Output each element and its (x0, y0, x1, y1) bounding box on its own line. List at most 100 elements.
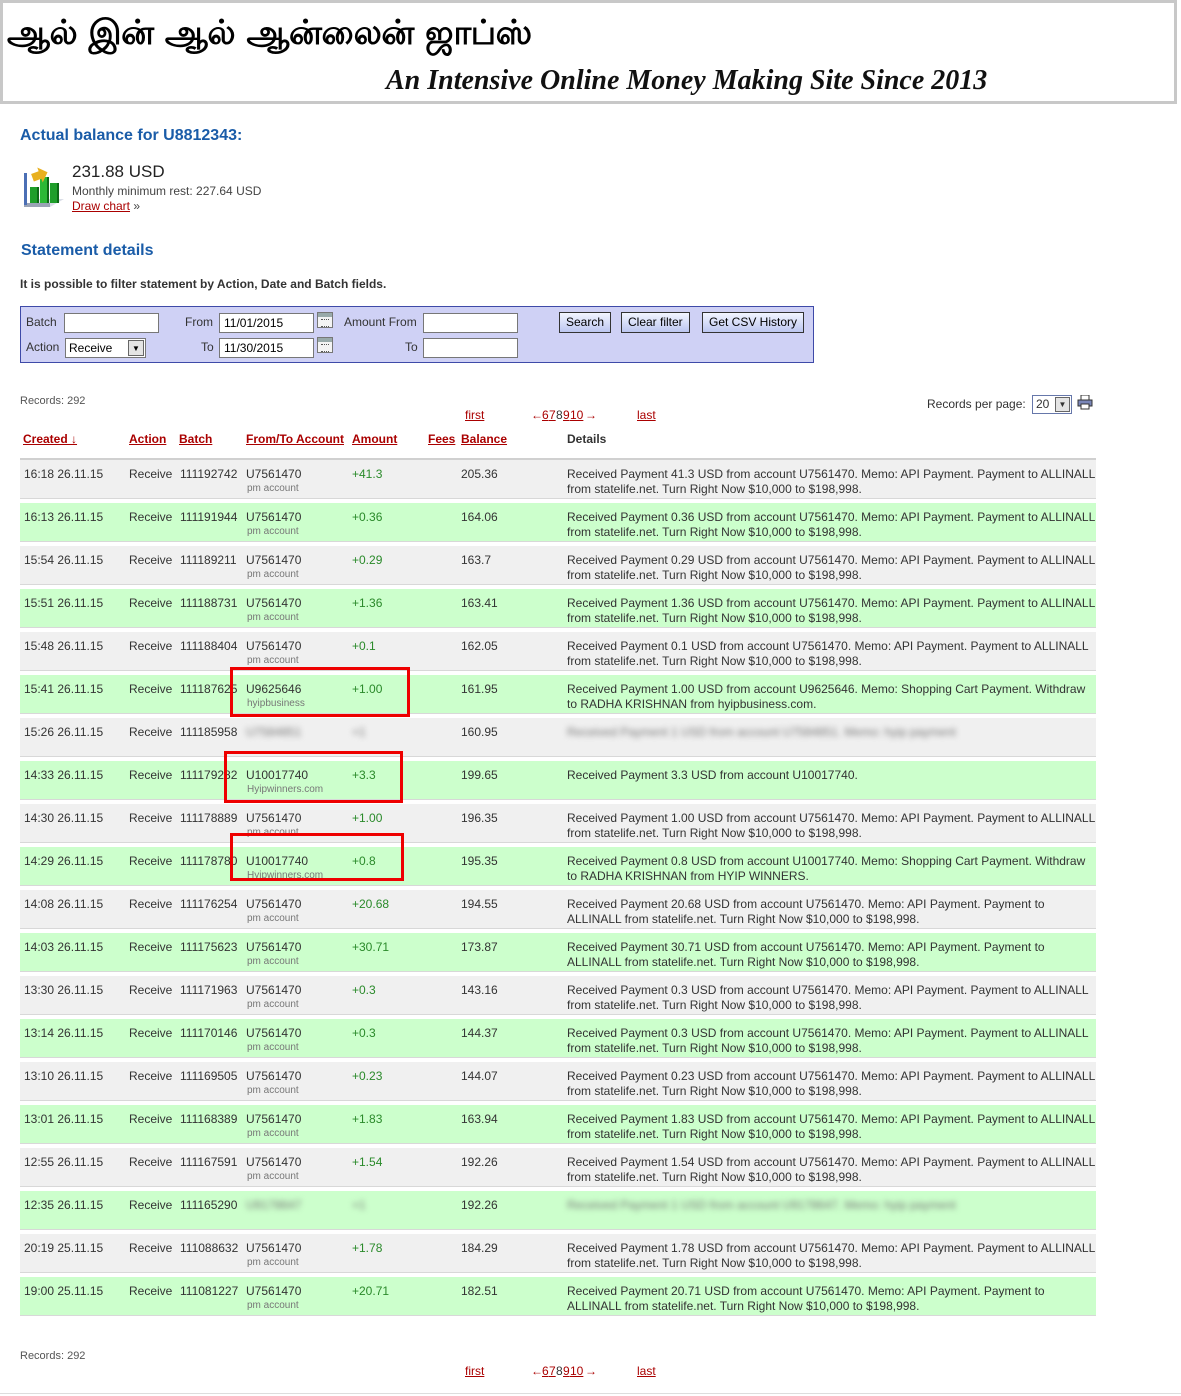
row-account-name: pm account (247, 1171, 299, 1182)
row-created: 14:08 26.11.15 (24, 897, 104, 911)
batch-input[interactable] (64, 313, 159, 333)
row-batch: 111185958 (180, 725, 238, 739)
row-batch: 111188404 (180, 639, 238, 653)
col-action[interactable]: Action (129, 432, 166, 446)
row-batch: 111187625 (180, 682, 238, 696)
row-details: Received Payment 41.3 USD from account U… (567, 467, 1095, 496)
row-balance: 163.41 (461, 596, 498, 610)
amount-to-input[interactable] (423, 338, 518, 358)
pager-next[interactable]: → (585, 1364, 597, 1378)
pager-page-10[interactable]: 10 (570, 408, 583, 422)
table-row: 13:01 26.11.15 Receive 111168389 U7561470 pm… (20, 1105, 1096, 1144)
row-balance: 196.35 (461, 811, 498, 825)
csv-history-button[interactable]: Get CSV History (702, 312, 805, 333)
search-button[interactable]: Search (559, 312, 612, 333)
row-balance: 194.55 (461, 897, 498, 911)
row-balance: 144.07 (461, 1069, 498, 1083)
table-row: 14:30 26.11.15 Receive 111178889 U7561470 pm… (20, 804, 1096, 843)
print-icon[interactable] (1077, 395, 1093, 410)
calendar-icon[interactable] (317, 312, 333, 328)
row-balance: 161.95 (461, 682, 498, 696)
row-created: 12:35 26.11.15 (24, 1198, 104, 1212)
col-batch[interactable]: Batch (179, 432, 212, 446)
action-select[interactable]: Receive ▼ (65, 338, 146, 358)
col-account[interactable]: From/To Account (246, 432, 344, 446)
table-row: 14:03 26.11.15 Receive 111175623 U7561470 pm… (20, 933, 1096, 972)
date-to-input[interactable]: 11/30/2015 (219, 338, 314, 358)
row-account: U7561470 (246, 467, 302, 481)
table-row: 16:13 26.11.15 Receive 111191944 U7561470 pm… (20, 503, 1096, 542)
row-account-name: pm account (247, 1042, 299, 1053)
date-from-input[interactable]: 11/01/2015 (219, 313, 314, 333)
pager-next[interactable]: → (585, 408, 597, 422)
row-details: Received Payment 0.3 USD from account U7… (567, 983, 1089, 1012)
row-batch: 111175623 (180, 940, 238, 954)
row-balance: 192.26 (461, 1198, 498, 1212)
row-batch: 111192742 (180, 467, 238, 481)
table-row: 15:54 26.11.15 Receive 111189211 U7561470 pm… (20, 546, 1096, 585)
calendar-icon[interactable] (317, 337, 333, 353)
row-balance: 144.37 (461, 1026, 498, 1040)
col-amount[interactable]: Amount (352, 432, 397, 446)
pager-page-6[interactable]: 6 (542, 408, 549, 422)
records-per-page-select[interactable]: 20 ▼ (1032, 395, 1072, 414)
row-created: 15:48 26.11.15 (24, 639, 104, 653)
row-amount: +0.3 (352, 1026, 376, 1040)
table-row: 13:14 26.11.15 Receive 111170146 U7561470 pm… (20, 1019, 1096, 1058)
statement-heading: Statement details (21, 242, 154, 259)
chevron-down-icon: ▼ (1055, 397, 1070, 412)
table-row: 12:55 26.11.15 Receive 111167591 U7561470 pm… (20, 1148, 1096, 1187)
pager-last[interactable]: last (637, 408, 656, 422)
row-details: Received Payment 1 USD from account U917… (567, 1198, 956, 1212)
clear-filter-button[interactable]: Clear filter (621, 312, 690, 333)
row-details: Received Payment 30.71 USD from account … (567, 940, 1045, 969)
row-account: U7561470 (246, 811, 302, 825)
row-details: Received Payment 1.00 USD from account U… (567, 682, 1086, 711)
table-row: 13:30 26.11.15 Receive 111171963 U7561470 pm… (20, 976, 1096, 1015)
pager-page-7[interactable]: 7 (549, 408, 556, 422)
row-details: Received Payment 20.71 USD from account … (567, 1284, 1045, 1313)
row-batch: 111170146 (180, 1026, 238, 1040)
date-from-label: From (185, 315, 213, 329)
row-created: 16:18 26.11.15 (24, 467, 104, 481)
pager-page-9[interactable]: 9 (563, 408, 570, 422)
table-row: 13:10 26.11.15 Receive 111169505 U7561470 pm… (20, 1062, 1096, 1101)
row-account-name: pm account (247, 913, 299, 924)
pager-page-9[interactable]: 9 (563, 1364, 570, 1378)
row-created: 14:29 26.11.15 (24, 854, 104, 868)
pager-page-6[interactable]: 6 (542, 1364, 549, 1378)
row-account-name: pm account (247, 1300, 299, 1311)
row-account: U7561470 (246, 897, 302, 911)
site-banner: ஆல் இன் ஆல் ஆன்லைன் ஜாப்ஸ் An Intensive … (0, 0, 1177, 104)
pager-first[interactable]: first (465, 408, 484, 422)
row-batch: 111188731 (180, 596, 238, 610)
pager-page-10[interactable]: 10 (570, 1364, 583, 1378)
col-created[interactable]: Created ↓ (23, 432, 77, 446)
row-account: U7561470 (246, 1069, 302, 1083)
row-account-name: pm account (247, 999, 299, 1010)
row-account: U7561470 (246, 510, 302, 524)
col-balance[interactable]: Balance (461, 432, 507, 446)
row-action: Receive (129, 768, 173, 782)
row-created: 14:33 26.11.15 (24, 768, 104, 782)
row-details: Received Payment 0.29 USD from account U… (567, 553, 1095, 582)
pager-last[interactable]: last (637, 1364, 656, 1378)
row-details: Received Payment 0.23 USD from account U… (567, 1069, 1095, 1098)
row-created: 14:03 26.11.15 (24, 940, 104, 954)
row-details: Received Payment 1 USD from account U758… (567, 725, 956, 739)
row-account: U7561470 (246, 639, 302, 653)
amount-from-input[interactable] (423, 313, 518, 333)
pager-first[interactable]: first (465, 1364, 484, 1378)
row-amount: +1.83 (352, 1112, 383, 1126)
row-action: Receive (129, 639, 173, 653)
row-account-name: pm account (247, 1257, 299, 1268)
pager-page-7[interactable]: 7 (549, 1364, 556, 1378)
col-fees[interactable]: Fees (428, 432, 455, 446)
chevron-down-icon: ▼ (128, 340, 144, 356)
balance-amount: 231.88 USD (72, 162, 165, 181)
row-created: 14:30 26.11.15 (24, 811, 104, 825)
row-batch: 111165290 (180, 1198, 238, 1212)
banner-title: ஆல் இன் ஆல் ஆன்லைன் ஜாப்ஸ் (7, 13, 532, 53)
row-balance: 182.51 (461, 1284, 498, 1298)
draw-chart-link[interactable]: Draw chart (72, 199, 130, 213)
